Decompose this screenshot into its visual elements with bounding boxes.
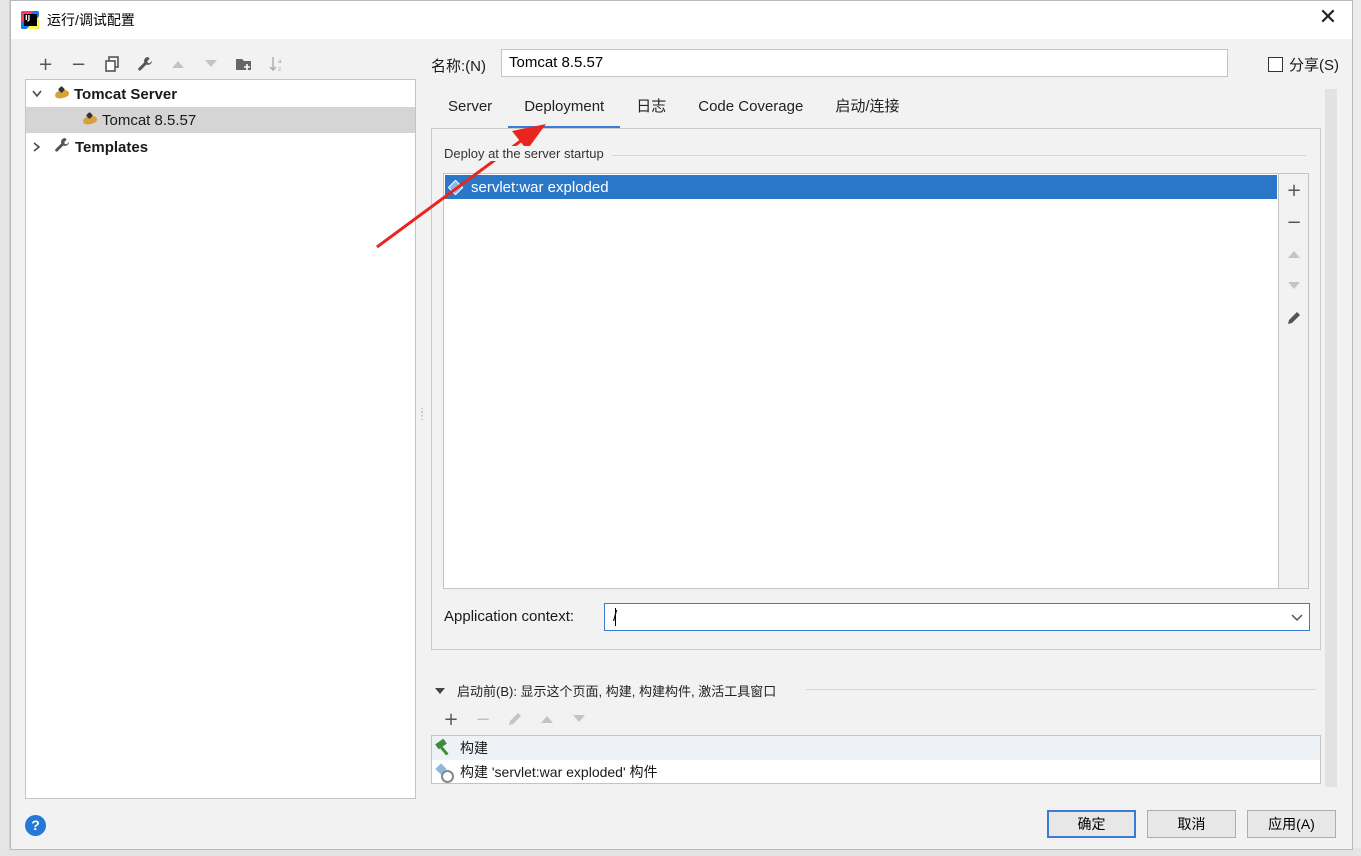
deploy-section-title: Deploy at the server startup: [444, 146, 612, 161]
tree-item-templates[interactable]: Templates: [26, 134, 415, 160]
apply-button[interactable]: 应用(A): [1247, 810, 1336, 838]
tree-group-label: Tomcat Server: [74, 85, 178, 103]
close-button[interactable]: ✕: [1318, 7, 1338, 29]
triangle-down-icon[interactable]: [1279, 270, 1309, 302]
share-checkbox[interactable]: 分享(S): [1268, 54, 1339, 75]
list-item[interactable]: servlet:war exploded: [445, 175, 1277, 199]
cancel-button[interactable]: 取消: [1147, 810, 1236, 838]
before-launch-header[interactable]: 启动前(B): 显示这个页面, 构建, 构建构件, 激活工具窗口: [435, 681, 776, 700]
window-title: 运行/调试配置: [47, 12, 135, 28]
new-folder-icon[interactable]: [227, 51, 260, 77]
name-field[interactable]: Tomcat 8.5.57: [501, 49, 1228, 77]
build-artifact-icon: [434, 763, 454, 783]
tab-code-coverage[interactable]: Code Coverage: [682, 93, 819, 129]
deploy-artifact-list[interactable]: servlet:war exploded: [443, 173, 1279, 589]
tab-deployment[interactable]: Deployment: [508, 93, 621, 129]
tree-child-label: Tomcat 8.5.57: [102, 111, 197, 129]
chevron-down-icon[interactable]: [30, 90, 44, 98]
checkbox-box[interactable]: [1268, 57, 1283, 72]
tomcat-icon: [82, 113, 100, 127]
minus-icon[interactable]: −: [62, 51, 95, 77]
collapse-triangle-icon[interactable]: [435, 687, 445, 694]
plus-icon[interactable]: +: [435, 707, 467, 731]
wrench-icon: [54, 137, 72, 157]
share-label: 分享(S): [1289, 57, 1339, 74]
background-ide-strip: [0, 0, 10, 856]
before-launch-toolbar: + −: [435, 707, 595, 731]
artifact-icon: [448, 180, 462, 194]
pencil-icon[interactable]: [499, 707, 531, 731]
plus-icon[interactable]: +: [1279, 174, 1309, 206]
svg-text:a: a: [278, 58, 282, 65]
text-caret: [615, 608, 616, 626]
triangle-up-icon[interactable]: [531, 707, 563, 731]
task-label: 构建: [460, 740, 488, 756]
triangle-down-icon[interactable]: [563, 707, 595, 731]
hammer-icon: [434, 740, 452, 756]
help-button[interactable]: ?: [25, 815, 46, 836]
artifact-label: servlet:war exploded: [471, 178, 609, 196]
chevron-down-icon[interactable]: [1291, 607, 1303, 630]
tree-item-tomcat-server[interactable]: Tomcat Server: [26, 81, 415, 107]
app-context-combo[interactable]: /: [604, 603, 1310, 631]
task-label: 构建 'servlet:war exploded' 构件: [460, 764, 658, 780]
tab-logs[interactable]: 日志: [620, 93, 682, 129]
section-divider: [806, 689, 1316, 690]
list-item[interactable]: 构建: [432, 736, 1320, 760]
tab-startup-connection[interactable]: 启动/连接: [819, 93, 915, 129]
vertical-scrollbar[interactable]: [1325, 89, 1337, 787]
wrench-icon[interactable]: [128, 51, 161, 77]
tree-templates-label: Templates: [75, 138, 149, 156]
config-toolbar: + − az: [29, 51, 293, 77]
minus-icon[interactable]: −: [467, 707, 499, 731]
app-context-label: Application context:: [444, 608, 575, 625]
chevron-right-icon[interactable]: [30, 142, 44, 152]
splitter-handle[interactable]: ⋮ ⋮: [417, 408, 427, 431]
triangle-up-icon[interactable]: [1279, 238, 1309, 270]
run-debug-config-dialog: 运行/调试配置 ✕ + − az Tomcat Se: [10, 0, 1353, 850]
sort-az-icon[interactable]: az: [260, 51, 293, 77]
ok-button[interactable]: 确定: [1047, 810, 1136, 838]
config-tabs: Server Deployment 日志 Code Coverage 启动/连接: [432, 93, 916, 129]
tomcat-icon: [54, 87, 72, 101]
plus-icon[interactable]: +: [29, 51, 62, 77]
minus-icon[interactable]: −: [1279, 206, 1309, 238]
tab-server[interactable]: Server: [432, 93, 508, 129]
pencil-icon[interactable]: [1279, 302, 1309, 334]
svg-text:z: z: [278, 66, 281, 73]
before-launch-list[interactable]: 构建 构建 'servlet:war exploded' 构件: [431, 735, 1321, 784]
deploy-list-toolbar: + −: [1279, 173, 1309, 589]
triangle-down-icon[interactable]: [194, 51, 227, 77]
copy-icon[interactable]: [95, 51, 128, 77]
background-ide-strip-right: [1353, 0, 1361, 856]
triangle-up-icon[interactable]: [161, 51, 194, 77]
tree-item-tomcat-8557[interactable]: Tomcat 8.5.57: [26, 107, 415, 133]
name-label: 名称:(N): [431, 58, 486, 75]
before-launch-title: 启动前(B): 显示这个页面, 构建, 构建构件, 激活工具窗口: [457, 684, 777, 699]
config-tree: Tomcat Server Tomcat 8.5.57 Templates: [25, 79, 416, 799]
list-item[interactable]: 构建 'servlet:war exploded' 构件: [432, 760, 1320, 784]
title-bar: 运行/调试配置 ✕: [11, 1, 1352, 39]
intellij-app-icon: [21, 11, 39, 29]
deployment-panel: Deploy at the server startup servlet:war…: [431, 128, 1321, 650]
